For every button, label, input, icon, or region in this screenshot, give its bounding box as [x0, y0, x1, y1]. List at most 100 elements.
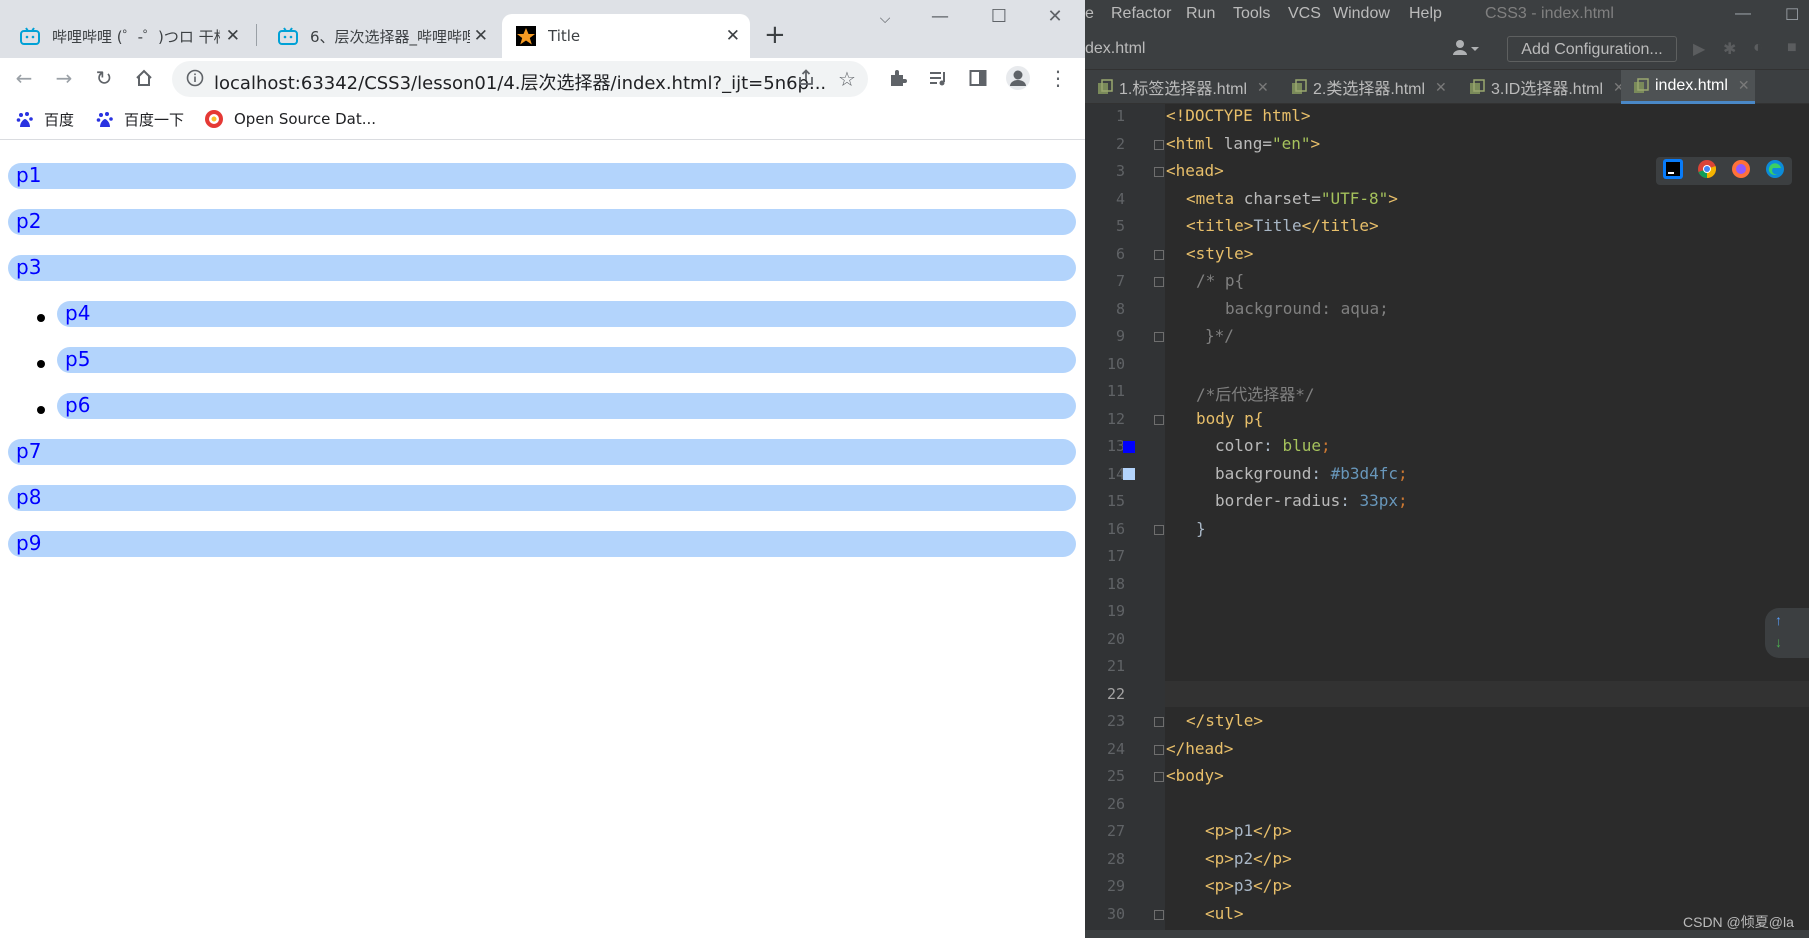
fold-marker[interactable]: [1154, 910, 1164, 920]
fold-marker[interactable]: [1154, 140, 1164, 150]
code-line-25: <body>: [1166, 766, 1224, 785]
menu-refactor[interactable]: Refactor: [1111, 5, 1171, 23]
breadcrumb[interactable]: dex.html: [1085, 40, 1145, 58]
fold-marker[interactable]: [1154, 167, 1164, 177]
tab-bilibili-video[interactable]: 6、层次选择器_哔哩哔哩_bilibili ✕: [258, 14, 498, 58]
editor-tab-bar: 1.标签选择器.html ✕ 2.类选择器.html ✕ 3.ID选择器.htm…: [1085, 70, 1809, 104]
browser-preview-popup: [1656, 157, 1792, 185]
watermark-text: CSDN @倾夏@la: [1683, 914, 1794, 930]
ide-menu-bar: e Refactor Run Tools VCS Window Help CSS…: [1085, 0, 1809, 30]
code-line-2: <html lang="en">: [1166, 134, 1321, 153]
code-line-24: </head>: [1166, 739, 1234, 758]
ide-maximize-button[interactable]: ☐: [1785, 5, 1799, 25]
share-icon[interactable]: [796, 68, 816, 92]
close-icon[interactable]: ✕: [1435, 79, 1447, 96]
bookmark-baidu[interactable]: 百度: [16, 109, 74, 130]
browser-toolbar: ← → ↻ localhost:63342/CSS3/lesson01/4.层次…: [0, 58, 1085, 100]
paragraph-p8: p8: [8, 485, 1076, 511]
code-line-28: <p>p2</p>: [1205, 849, 1292, 868]
code-line-15: border-radius: 33px;: [1215, 491, 1408, 510]
browser-window: 哔哩哔哩 (゜-゜)つロ 干杯~-bilibili ✕ 6、层次选择器_哔哩哔哩…: [0, 0, 1085, 938]
maximize-button[interactable]: ☐: [974, 4, 1024, 30]
current-line-highlight: [1165, 681, 1809, 707]
coverage-icon[interactable]: ◐: [1753, 39, 1763, 57]
code-line-27: <p>p1</p>: [1205, 821, 1292, 840]
profile-avatar[interactable]: [1004, 64, 1032, 92]
code-line-13: color: blue;: [1215, 436, 1331, 455]
chrome-icon[interactable]: [1697, 159, 1717, 184]
minimize-button[interactable]: —: [915, 4, 965, 30]
arrow-up-icon[interactable]: ↑: [1775, 612, 1782, 628]
edge-icon[interactable]: [1765, 159, 1785, 184]
menu-help[interactable]: Help: [1409, 5, 1442, 23]
fold-marker[interactable]: [1154, 415, 1164, 425]
editor-tab-id-selector[interactable]: 3.ID选择器.html ✕: [1457, 70, 1625, 104]
menu-vcs[interactable]: VCS: [1288, 5, 1321, 23]
code-line-5: <title>Title</title>: [1186, 216, 1379, 235]
close-icon[interactable]: ✕: [726, 26, 740, 46]
stop-icon[interactable]: ■: [1787, 39, 1797, 57]
fold-marker[interactable]: [1154, 277, 1164, 287]
editor-tab-label: index.html: [1655, 76, 1728, 94]
tab-separator: [256, 24, 257, 46]
reload-icon[interactable]: ↻: [90, 64, 118, 92]
close-icon[interactable]: ✕: [226, 26, 240, 46]
fold-marker[interactable]: [1154, 332, 1164, 342]
menu-file[interactable]: e: [1085, 5, 1094, 23]
run-icon[interactable]: ▶: [1693, 39, 1705, 59]
bookmarks-bar: 百度 百度一下 Open Source Dat...: [0, 100, 1085, 140]
url-text[interactable]: localhost:63342/CSS3/lesson01/4.层次选择器/in…: [214, 69, 826, 95]
side-panel-icon[interactable]: [964, 64, 992, 92]
menu-tools[interactable]: Tools: [1233, 5, 1270, 23]
menu-window[interactable]: Window: [1333, 5, 1390, 23]
firefox-icon[interactable]: [1731, 159, 1751, 184]
close-icon[interactable]: ✕: [1738, 77, 1750, 94]
code-line-16: }: [1196, 519, 1206, 538]
code-line-9: }*/: [1205, 326, 1234, 345]
close-icon[interactable]: ✕: [474, 26, 488, 46]
bookmark-baidu-search[interactable]: 百度一下: [96, 109, 184, 130]
fold-marker[interactable]: [1154, 250, 1164, 260]
extensions-icon[interactable]: [884, 64, 912, 92]
color-swatch-blue[interactable]: [1123, 441, 1135, 453]
fold-marker[interactable]: [1154, 745, 1164, 755]
fold-marker[interactable]: [1154, 525, 1164, 535]
ide-window-title: CSS3 - index.html: [1485, 5, 1614, 22]
tab-search-icon[interactable]: ⌵: [860, 6, 910, 32]
code-line-4: <meta charset="UTF-8">: [1186, 189, 1398, 208]
tab-title: 哔哩哔哩 (゜-゜)つロ 干杯~-bilibili: [52, 27, 220, 46]
webstorm-preview-icon[interactable]: [1663, 158, 1683, 184]
arrow-down-icon[interactable]: ↓: [1775, 634, 1782, 650]
bookmark-open-source[interactable]: Open Source Dat...: [204, 109, 376, 129]
info-icon[interactable]: [186, 69, 204, 91]
tab-title-page[interactable]: Title ✕: [502, 14, 750, 58]
menu-dots-icon[interactable]: ⋮: [1044, 64, 1072, 92]
editor-tab-index[interactable]: index.html ✕: [1621, 70, 1755, 104]
code-line-7: /* p{: [1196, 271, 1245, 290]
menu-run[interactable]: Run: [1186, 5, 1215, 23]
tab-bilibili-home[interactable]: 哔哩哔哩 (゜-゜)つロ 干杯~-bilibili ✕: [0, 14, 250, 58]
fold-marker[interactable]: [1154, 772, 1164, 782]
add-configuration-button[interactable]: Add Configuration...: [1507, 36, 1677, 62]
back-icon[interactable]: ←: [10, 64, 38, 92]
debug-icon[interactable]: ✱: [1723, 39, 1736, 59]
code-line-30: <ul>: [1205, 904, 1244, 923]
paragraph-p3: p3: [8, 255, 1076, 281]
ide-minimize-button[interactable]: —: [1735, 5, 1751, 23]
color-swatch-light-blue[interactable]: [1123, 468, 1135, 480]
forward-icon[interactable]: →: [50, 64, 78, 92]
close-window-button[interactable]: ✕: [1030, 4, 1080, 30]
editor-tab-tag-selector[interactable]: 1.标签选择器.html ✕: [1085, 70, 1269, 104]
editor-tab-class-selector[interactable]: 2.类选择器.html ✕: [1279, 70, 1447, 104]
code-line-12: body p{: [1196, 409, 1264, 428]
address-bar[interactable]: localhost:63342/CSS3/lesson01/4.层次选择器/in…: [172, 61, 868, 97]
media-control-icon[interactable]: [924, 64, 952, 92]
new-tab-button[interactable]: +: [764, 20, 786, 50]
user-icon[interactable]: [1451, 38, 1483, 63]
close-icon[interactable]: ✕: [1257, 79, 1269, 96]
bookmark-star-icon[interactable]: ☆: [838, 67, 856, 91]
home-icon[interactable]: [130, 64, 158, 92]
editor-tab-label: 1.标签选择器.html: [1119, 81, 1248, 98]
editor-tab-label: 3.ID选择器.html: [1491, 81, 1604, 98]
fold-marker[interactable]: [1154, 717, 1164, 727]
